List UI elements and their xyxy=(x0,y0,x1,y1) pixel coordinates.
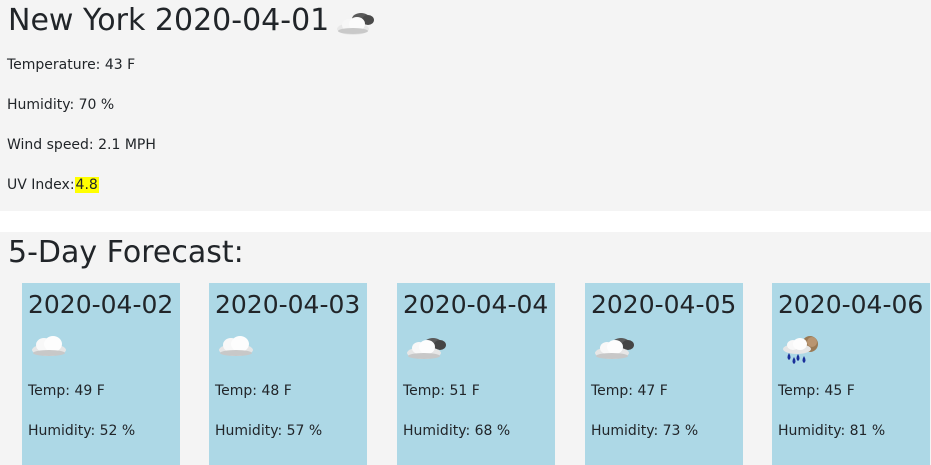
humidity-value: 70 % xyxy=(78,97,115,113)
temperature-value: 43 F xyxy=(104,57,136,73)
forecast-date: 2020-04-02 xyxy=(28,290,174,319)
forecast-temp: Temp: 48 F xyxy=(215,383,292,399)
forecast-humidity: Humidity: 57 % xyxy=(215,423,323,439)
cloudy-icon xyxy=(593,335,637,361)
forecast-card: 2020-04-03 Temp: 48 F Humidity: 57 % xyxy=(209,283,367,465)
uv-index-label: UV Index: xyxy=(7,177,75,193)
cloud-icon xyxy=(217,335,255,357)
humidity-stat: Humidity: 70 % xyxy=(7,95,114,115)
forecast-date: 2020-04-04 xyxy=(403,290,549,319)
wind-speed-label: Wind speed: xyxy=(7,137,94,153)
forecast-card: 2020-04-02 Temp: 49 F Humidity: 52 % xyxy=(22,283,180,465)
temperature-label: Temperature: xyxy=(7,57,101,73)
humidity-label: Humidity: xyxy=(7,97,75,113)
forecast-card: 2020-04-05 Temp: 47 F Humidity: 73 % xyxy=(585,283,743,465)
current-weather-panel: New York 2020-04-01 Temperature: 43 F Hu… xyxy=(0,0,931,211)
forecast-humidity: Humidity: 68 % xyxy=(403,423,511,439)
wind-speed-stat: Wind speed: 2.1 MPH xyxy=(7,135,156,155)
rain-icon xyxy=(780,335,820,365)
uv-index-stat: UV Index:4.8 xyxy=(7,175,99,195)
forecast-card: 2020-04-04 Temp: 51 F Humidity: 68 % xyxy=(397,283,555,465)
forecast-humidity: Humidity: 52 % xyxy=(28,423,136,439)
city-date-text: New York 2020-04-01 xyxy=(8,3,330,38)
forecast-panel: 5-Day Forecast: 2020-04-02 Temp: 49 F Hu… xyxy=(0,232,931,465)
forecast-temp: Temp: 51 F xyxy=(403,383,480,399)
temperature-stat: Temperature: 43 F xyxy=(7,55,135,75)
cloudy-icon xyxy=(405,335,449,361)
forecast-date: 2020-04-06 xyxy=(778,290,924,319)
forecast-date: 2020-04-03 xyxy=(215,290,361,319)
forecast-temp: Temp: 49 F xyxy=(28,383,105,399)
forecast-humidity: Humidity: 73 % xyxy=(591,423,699,439)
forecast-date: 2020-04-05 xyxy=(591,290,737,319)
forecast-temp: Temp: 47 F xyxy=(591,383,668,399)
forecast-card: 2020-04-06 Temp: 45 F Humidity: 81 % xyxy=(772,283,930,465)
uv-index-value: 4.8 xyxy=(74,177,99,193)
cloudy-icon xyxy=(335,9,377,39)
forecast-temp: Temp: 45 F xyxy=(778,383,855,399)
forecast-humidity: Humidity: 81 % xyxy=(778,423,886,439)
forecast-heading: 5-Day Forecast: xyxy=(8,235,244,270)
city-date-heading: New York 2020-04-01 xyxy=(8,2,377,40)
wind-speed-value: 2.1 MPH xyxy=(98,137,156,153)
cloud-icon xyxy=(30,335,68,357)
